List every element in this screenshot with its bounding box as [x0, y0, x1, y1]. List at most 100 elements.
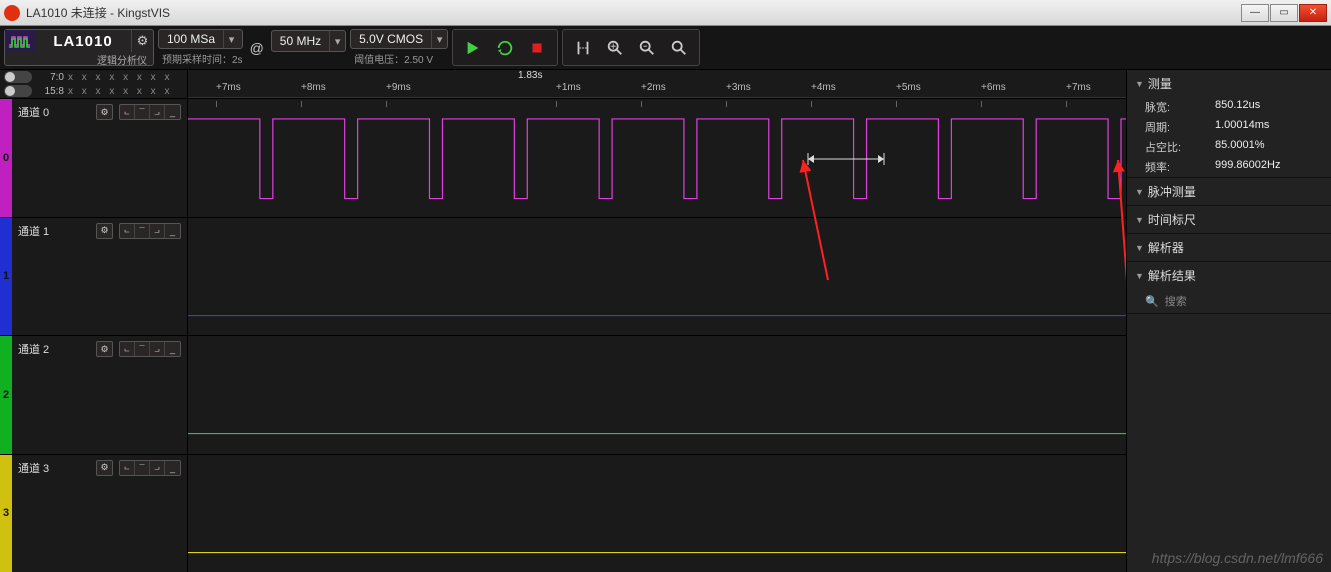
time-marker: 1.83s: [518, 70, 542, 81]
sample-rate-hint: 预期采样时间：2s: [158, 51, 243, 66]
titlebar: LA1010 未连接 - KingstVIS — ▭ ✕: [0, 0, 1331, 26]
channel-trigger-buttons[interactable]: ⨽¯⨼_: [119, 104, 181, 120]
channel-trigger-buttons[interactable]: ⨽¯⨼_: [119, 223, 181, 239]
channel-row: 2 通道 2 ⚙ ⨽¯⨼_: [0, 335, 187, 454]
capture-controls: [452, 29, 558, 66]
measure-key: 周期:: [1145, 119, 1215, 135]
channel-gear-button[interactable]: ⚙: [96, 460, 113, 476]
sample-rate-select[interactable]: 100 MSa ▾: [158, 29, 243, 49]
channel-trigger-buttons[interactable]: ⨽¯⨼_: [119, 460, 181, 476]
device-subtitle: 逻辑分析仪: [5, 52, 153, 69]
measure-value: 999.86002Hz: [1215, 159, 1280, 175]
measure-row: 脉宽:850.12us: [1127, 97, 1331, 117]
measure-key: 脉宽:: [1145, 99, 1215, 115]
toolbar: LA1010 ⚙ 逻辑分析仪 100 MSa ▾ 预期采样时间：2s @ 50 …: [0, 26, 1331, 70]
measure-value: 850.12us: [1215, 99, 1260, 115]
waveform-lane-2[interactable]: [188, 335, 1126, 454]
right-panel: 测量 脉宽:850.12us周期:1.00014ms占空比:85.0001%频率…: [1126, 70, 1331, 572]
loop-button[interactable]: [491, 35, 519, 61]
measure-value: 85.0001%: [1215, 139, 1265, 155]
waveform-lane-1[interactable]: [188, 217, 1126, 336]
measure-key: 频率:: [1145, 159, 1215, 175]
pulse-section-header[interactable]: 脉冲测量: [1127, 178, 1331, 205]
device-box: LA1010 ⚙ 逻辑分析仪: [4, 29, 154, 66]
search-icon: 🔍: [1145, 295, 1159, 308]
channel-gear-button[interactable]: ⚙: [96, 223, 113, 239]
channel-row: 0 通道 0 ⚙ ⨽¯⨼_: [0, 98, 187, 217]
measure-row: 占空比:85.0001%: [1127, 137, 1331, 157]
ruler-tick: +4ms: [811, 82, 836, 93]
waveform-lane-3[interactable]: [188, 454, 1126, 572]
ruler-tick: +8ms: [301, 82, 326, 93]
waveform-area[interactable]: 1.83s +7ms +8ms +9ms +1ms +2ms +3ms +4ms +5ms +6…: [188, 70, 1126, 572]
probe-label-1: 15:8: [36, 86, 64, 97]
ruler-tick: +1ms: [556, 82, 581, 93]
device-logo-icon: [5, 30, 35, 52]
ruler-tick: +6ms: [981, 82, 1006, 93]
channel-name: 通道 3: [18, 460, 90, 476]
waveform-lane-0[interactable]: [188, 98, 1126, 217]
device-settings-button[interactable]: ⚙: [131, 30, 153, 52]
probe-row-0: 7:0 x x x x x x x x: [0, 70, 187, 84]
ruler-tick: +7ms: [216, 82, 241, 93]
zoom-out-button[interactable]: [665, 35, 693, 61]
ruler-tick: +3ms: [726, 82, 751, 93]
channel-index: 2: [0, 389, 12, 401]
play-button[interactable]: [459, 35, 487, 61]
chevron-down-icon[interactable]: ▾: [223, 30, 239, 48]
ruler-section-header[interactable]: 时间标尺: [1127, 206, 1331, 233]
result-section-header[interactable]: 解析结果: [1127, 262, 1331, 289]
measure-header[interactable]: 测量: [1127, 70, 1331, 97]
ruler-tick: +7ms: [1066, 82, 1091, 93]
channel-row: 3 通道 3 ⚙ ⨽¯⨼_: [0, 454, 187, 572]
search-placeholder: 搜索: [1165, 293, 1187, 309]
measure-indicator-icon: [806, 151, 886, 167]
parser-section-header[interactable]: 解析器: [1127, 234, 1331, 261]
zoom-in-button[interactable]: [633, 35, 661, 61]
chevron-down-icon[interactable]: ▾: [329, 31, 345, 51]
channel-gear-button[interactable]: ⚙: [96, 104, 113, 120]
probe-toggle-0[interactable]: [4, 71, 32, 83]
logic-level-value: 5.0V CMOS: [351, 32, 431, 46]
channel-name: 通道 0: [18, 104, 90, 120]
minimize-button[interactable]: —: [1241, 4, 1269, 22]
view-controls: [562, 29, 700, 66]
frequency-select[interactable]: 50 MHz ▾: [271, 30, 346, 52]
at-separator: @: [247, 40, 267, 56]
sample-rate-value: 100 MSa: [159, 32, 223, 46]
probe-label-0: 7:0: [36, 72, 64, 83]
close-button[interactable]: ✕: [1299, 4, 1327, 22]
probe-toggle-1[interactable]: [4, 85, 32, 97]
probe-row-1: 15:8 x x x x x x x x: [0, 84, 187, 98]
channel-row: 1 通道 1 ⚙ ⨽¯⨼_: [0, 217, 187, 336]
time-ruler[interactable]: 1.83s +7ms +8ms +9ms +1ms +2ms +3ms +4ms +5ms +6…: [188, 70, 1126, 98]
cursor-button[interactable]: [569, 35, 597, 61]
app-icon: [4, 5, 20, 21]
channel-trigger-buttons[interactable]: ⨽¯⨼_: [119, 341, 181, 357]
left-panel: 7:0 x x x x x x x x 15:8 x x x x x x x x…: [0, 70, 188, 572]
frequency-value: 50 MHz: [272, 34, 329, 48]
probe-pattern-1: x x x x x x x x: [68, 86, 172, 97]
ruler-tick: +5ms: [896, 82, 921, 93]
maximize-button[interactable]: ▭: [1270, 4, 1298, 22]
chevron-down-icon[interactable]: ▾: [431, 30, 447, 48]
measure-key: 占空比:: [1145, 139, 1215, 155]
channel-gear-button[interactable]: ⚙: [96, 341, 113, 357]
measure-row: 周期:1.00014ms: [1127, 117, 1331, 137]
search-row[interactable]: 🔍 搜索: [1127, 289, 1331, 313]
channel-index: 1: [0, 270, 12, 282]
ruler-tick: +2ms: [641, 82, 666, 93]
stop-button[interactable]: [523, 35, 551, 61]
logic-level-select[interactable]: 5.0V CMOS ▾: [350, 29, 448, 49]
channel-name: 通道 2: [18, 341, 90, 357]
channel-index: 0: [0, 152, 12, 164]
threshold-hint: 阈值电压：2.50 V: [350, 51, 448, 66]
window-title: LA1010 未连接 - KingstVIS: [26, 4, 170, 21]
measure-section: 测量 脉宽:850.12us周期:1.00014ms占空比:85.0001%频率…: [1127, 70, 1331, 178]
measure-row: 频率:999.86002Hz: [1127, 157, 1331, 177]
watermark: https://blog.csdn.net/lmf666: [1152, 550, 1323, 566]
device-model: LA1010: [35, 33, 131, 50]
probe-pattern-0: x x x x x x x x: [68, 72, 172, 83]
zoom-fit-button[interactable]: [601, 35, 629, 61]
ruler-tick: +9ms: [386, 82, 411, 93]
